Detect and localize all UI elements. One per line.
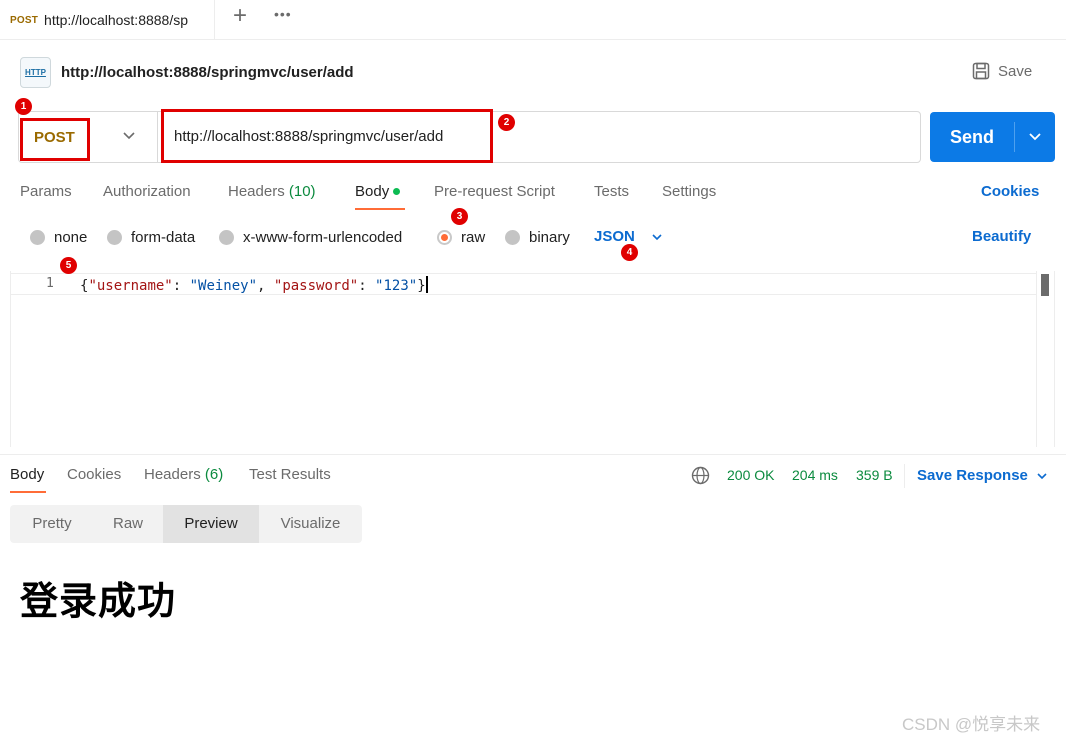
tab-body[interactable]: Body: [355, 183, 401, 200]
request-tab-url: http://localhost:8888/sp: [44, 12, 189, 28]
beautify-button[interactable]: Beautify: [972, 228, 1031, 245]
radio-form-data[interactable]: form-data: [107, 229, 195, 246]
save-label: Save: [998, 62, 1033, 80]
send-options-chevron-icon[interactable]: [1028, 131, 1042, 143]
tab-body-underline: [355, 208, 405, 210]
status-separator: [904, 464, 905, 488]
cookies-link[interactable]: Cookies: [981, 183, 1039, 200]
headers-count: (10): [288, 183, 316, 200]
radio-circle: [219, 230, 234, 245]
annotation-badge-5: 5: [60, 257, 77, 274]
editor-scrollbar[interactable]: [1041, 274, 1049, 296]
response-divider: [0, 454, 1066, 455]
radio-binary[interactable]: binary: [505, 229, 570, 246]
send-button[interactable]: Send: [930, 112, 1055, 162]
tab-headers[interactable]: Headers (10): [228, 183, 316, 200]
tab-params[interactable]: Params: [20, 183, 72, 200]
annotation-badge-3: 3: [451, 208, 468, 225]
annotation-box-url: [161, 109, 493, 163]
request-tab-method: POST: [10, 14, 39, 26]
status-code[interactable]: 200 OK: [727, 467, 774, 483]
annotation-badge-2: 2: [498, 114, 515, 131]
annotation-box-method: [20, 118, 90, 161]
request-title[interactable]: http://localhost:8888/springmvc/user/add: [61, 64, 354, 81]
globe-icon[interactable]: [691, 466, 710, 485]
language-select[interactable]: JSON: [594, 228, 635, 245]
editor-scroll-track: [1036, 271, 1037, 447]
text-cursor: [425, 276, 428, 293]
save-response-button[interactable]: Save Response: [917, 467, 1028, 484]
chevron-down-icon[interactable]: [121, 130, 137, 142]
tab-settings[interactable]: Settings: [662, 183, 716, 200]
radio-circle-selected: [437, 230, 452, 245]
more-tabs-icon[interactable]: •••: [274, 6, 292, 22]
response-tab-body[interactable]: Body: [10, 466, 44, 483]
radio-circle: [30, 230, 45, 245]
radio-circle: [107, 230, 122, 245]
tab-prerequest-script[interactable]: Pre-request Script: [434, 183, 555, 200]
tab-tests[interactable]: Tests: [594, 183, 629, 200]
view-preview[interactable]: Preview: [163, 505, 259, 543]
request-tab[interactable]: POST http://localhost:8888/sp: [0, 0, 215, 40]
response-tab-headers[interactable]: Headers (6): [144, 466, 223, 483]
response-headers-count: (6): [204, 466, 224, 483]
response-body-underline: [10, 491, 46, 493]
http-request-icon: HTTP: [20, 57, 51, 88]
view-raw[interactable]: Raw: [94, 505, 162, 543]
line-number: 1: [46, 276, 54, 291]
send-label: Send: [950, 127, 995, 147]
radio-urlencoded[interactable]: x-www-form-urlencoded: [219, 229, 402, 246]
response-time[interactable]: 204 ms: [792, 467, 838, 483]
preview-content: 登录成功: [20, 579, 177, 623]
watermark: CSDN @悦享未来: [902, 715, 1041, 734]
annotation-badge-1: 1: [15, 98, 32, 115]
radio-none[interactable]: none: [30, 229, 87, 246]
annotation-badge-4: 4: [621, 244, 638, 261]
radio-raw[interactable]: raw: [437, 229, 485, 246]
chevron-down-icon[interactable]: [651, 232, 663, 242]
save-button[interactable]: Save: [972, 62, 1032, 80]
response-tab-test-results[interactable]: Test Results: [249, 466, 331, 483]
tab-authorization[interactable]: Authorization: [103, 183, 191, 200]
code-line[interactable]: {"username": "Weiney", "password": "123"…: [80, 276, 428, 294]
body-editor[interactable]: [10, 271, 1055, 447]
response-size[interactable]: 359 B: [856, 467, 893, 483]
view-visualize[interactable]: Visualize: [259, 505, 362, 543]
tab-strip: POST http://localhost:8888/sp + •••: [0, 0, 1066, 40]
send-divider: [1014, 122, 1015, 152]
chevron-down-icon[interactable]: [1036, 471, 1048, 481]
view-pretty[interactable]: Pretty: [10, 505, 94, 543]
new-tab-plus-icon[interactable]: +: [228, 3, 252, 31]
body-active-dot: [393, 187, 401, 195]
radio-circle: [505, 230, 520, 245]
response-tab-cookies[interactable]: Cookies: [67, 466, 121, 483]
save-icon: [972, 62, 990, 80]
